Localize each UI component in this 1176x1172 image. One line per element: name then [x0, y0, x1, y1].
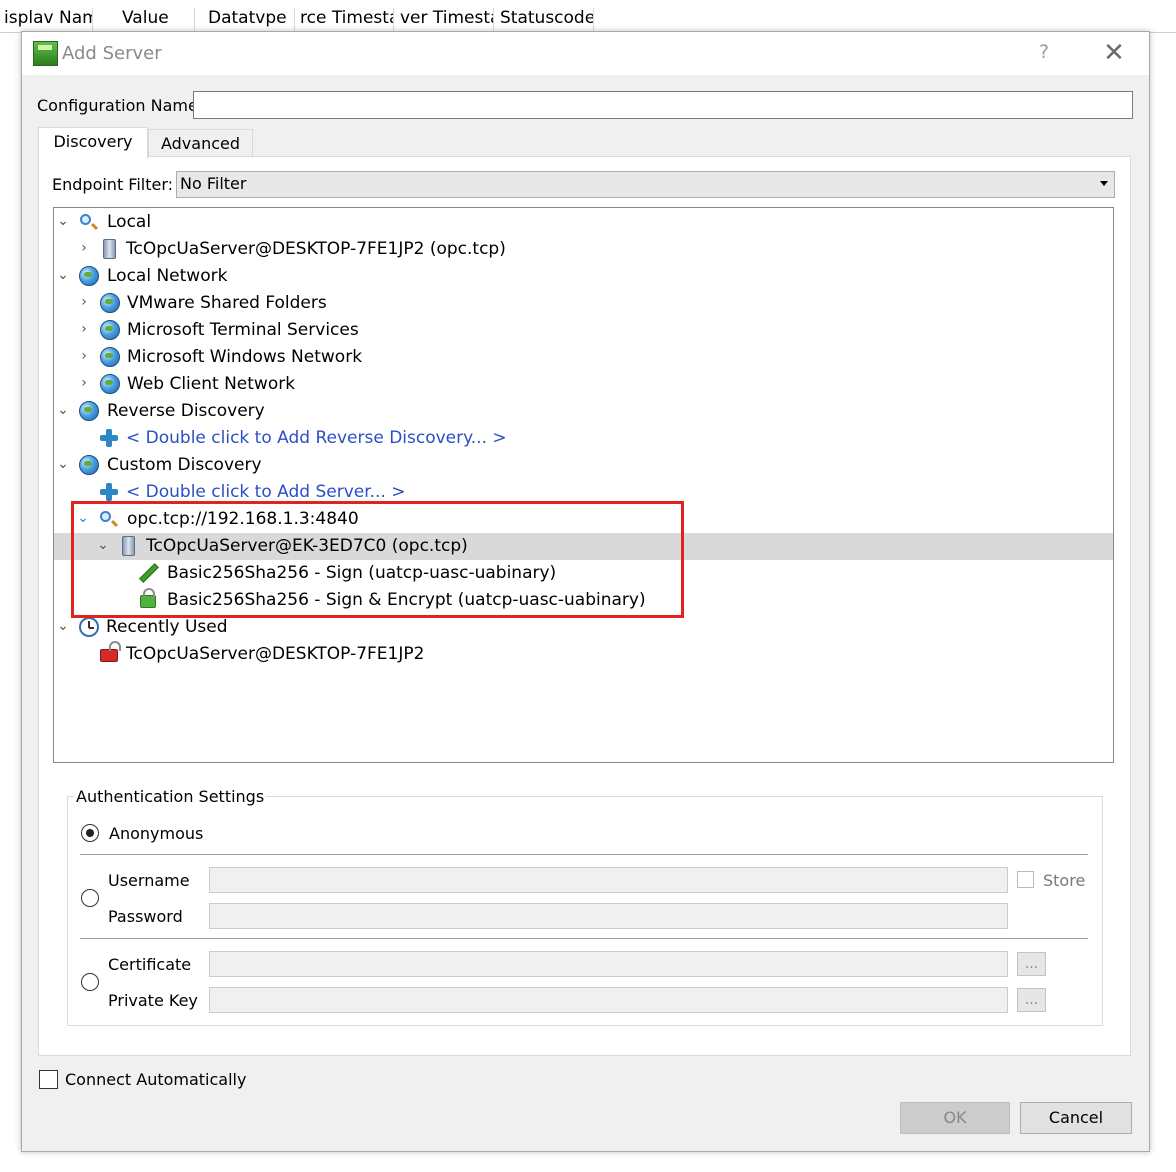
authentication-settings-title: Authentication Settings: [74, 787, 267, 806]
tree-item-ms-windows[interactable]: › Microsoft Windows Network: [54, 344, 1113, 371]
tree-item-ms-terminal[interactable]: › Microsoft Terminal Services: [54, 317, 1113, 344]
app-icon: [33, 41, 58, 66]
chevron-down-icon[interactable]: ⌄: [56, 402, 70, 418]
clock-icon: [79, 617, 99, 637]
store-checkbox[interactable]: [1017, 871, 1034, 888]
anonymous-label: Anonymous: [109, 824, 204, 843]
tree-item-label: Custom Discovery: [107, 455, 262, 475]
configuration-name-input[interactable]: [193, 91, 1133, 119]
dialog-title: Add Server: [62, 43, 162, 64]
plus-icon: [100, 429, 118, 447]
password-label: Password: [108, 907, 183, 926]
server-tree[interactable]: ⌄ Local › TcOpcUaServer@DESKTOP-7FE1JP2 …: [53, 207, 1114, 763]
globe-icon: [79, 455, 99, 475]
tree-item-label: Reverse Discovery: [107, 401, 265, 421]
background-table-header: isplav Nam Value Datatvpe rce Timesta ve…: [0, 0, 1176, 33]
globe-icon: [100, 320, 120, 340]
ok-button[interactable]: OK: [900, 1102, 1010, 1134]
chevron-down-icon[interactable]: ⌄: [56, 267, 70, 283]
endpoint-filter-label: Endpoint Filter:: [52, 175, 174, 194]
chevron-down-icon: [1100, 181, 1108, 186]
chevron-right-icon[interactable]: ›: [77, 321, 91, 337]
endpoint-filter-select[interactable]: No Filter: [176, 171, 1115, 198]
tree-item-local-server[interactable]: › TcOpcUaServer@DESKTOP-7FE1JP2 (opc.tcp…: [54, 236, 1113, 263]
certificate-radio[interactable]: [81, 973, 99, 991]
connect-automatically-label: Connect Automatically: [65, 1070, 247, 1089]
tree-item-label: VMware Shared Folders: [127, 293, 327, 313]
tree-item-recently-used[interactable]: ⌄ Recently Used: [54, 614, 1113, 641]
unlocked-icon: [100, 641, 121, 662]
cancel-button[interactable]: Cancel: [1020, 1102, 1132, 1134]
column-header-statuscode[interactable]: Statuscode: [500, 8, 594, 32]
private-key-label: Private Key: [108, 991, 198, 1010]
tree-item-label: Web Client Network: [127, 374, 296, 394]
certificate-input[interactable]: [209, 951, 1008, 977]
certificate-label: Certificate: [108, 955, 192, 974]
chevron-right-icon[interactable]: ›: [77, 348, 91, 364]
anonymous-radio[interactable]: [81, 824, 99, 842]
highlight-annotation-box: [71, 501, 684, 618]
globe-icon: [100, 293, 120, 313]
private-key-browse-button[interactable]: ...: [1017, 988, 1046, 1012]
column-header-server-timestamp[interactable]: ver Timesta: [400, 8, 494, 32]
tree-item-recent-server[interactable]: TcOpcUaServer@DESKTOP-7FE1JP2: [54, 641, 1113, 668]
tree-item-label: Recently Used: [106, 617, 228, 637]
configuration-name-label: Configuration Name: [37, 96, 198, 115]
close-button[interactable]: ✕: [1100, 40, 1128, 68]
tree-item-local[interactable]: ⌄ Local: [54, 209, 1113, 236]
tree-item-label: < Double click to Add Reverse Discovery.…: [126, 428, 507, 448]
globe-icon: [100, 374, 120, 394]
server-icon: [103, 239, 116, 259]
dialog-titlebar[interactable]: Add Server ? ✕: [22, 32, 1149, 75]
chevron-right-icon[interactable]: ›: [77, 240, 91, 256]
tree-item-local-network[interactable]: ⌄ Local Network: [54, 263, 1113, 290]
tree-item-label: Microsoft Terminal Services: [127, 320, 359, 340]
plus-icon: [100, 483, 118, 501]
chevron-down-icon[interactable]: ⌄: [56, 213, 70, 229]
chevron-right-icon[interactable]: ›: [77, 294, 91, 310]
help-button[interactable]: ?: [1032, 41, 1056, 65]
certificate-browse-button[interactable]: ...: [1017, 952, 1046, 976]
globe-icon: [100, 347, 120, 367]
tree-item-web-client[interactable]: › Web Client Network: [54, 371, 1113, 398]
endpoint-filter-value: No Filter: [180, 174, 247, 193]
store-label: Store: [1043, 871, 1086, 890]
tree-item-label: Local: [107, 212, 152, 232]
tree-item-label: Microsoft Windows Network: [127, 347, 363, 367]
username-input[interactable]: [209, 867, 1008, 893]
tab-advanced[interactable]: Advanced: [148, 129, 253, 158]
divider: [80, 854, 1088, 855]
tree-item-label: TcOpcUaServer@DESKTOP-7FE1JP2: [126, 644, 425, 664]
connect-automatically-checkbox[interactable]: [39, 1070, 58, 1089]
search-icon: [80, 214, 91, 225]
tree-item-vmware[interactable]: › VMware Shared Folders: [54, 290, 1113, 317]
tree-item-label: Local Network: [107, 266, 228, 286]
tree-item-reverse-discovery[interactable]: ⌄ Reverse Discovery: [54, 398, 1113, 425]
username-radio[interactable]: [81, 889, 99, 907]
column-header-value[interactable]: Value: [122, 8, 195, 32]
tree-item-label: TcOpcUaServer@DESKTOP-7FE1JP2 (opc.tcp): [126, 239, 506, 259]
chevron-down-icon[interactable]: ⌄: [56, 456, 70, 472]
tab-discovery[interactable]: Discovery: [38, 127, 148, 159]
tree-item-custom-discovery[interactable]: ⌄ Custom Discovery: [54, 452, 1113, 479]
globe-icon: [79, 266, 99, 286]
globe-icon: [79, 401, 99, 421]
tree-item-add-reverse-discovery[interactable]: < Double click to Add Reverse Discovery.…: [54, 425, 1113, 452]
tree-item-label: < Double click to Add Server... >: [126, 482, 406, 502]
chevron-down-icon[interactable]: ⌄: [56, 618, 70, 634]
private-key-input[interactable]: [209, 987, 1008, 1013]
password-input[interactable]: [209, 903, 1008, 929]
chevron-right-icon[interactable]: ›: [77, 375, 91, 391]
username-label: Username: [108, 871, 190, 890]
column-header-display-name[interactable]: isplav Nam: [4, 8, 93, 32]
column-header-source-timestamp[interactable]: rce Timesta: [300, 8, 394, 32]
column-header-datatype[interactable]: Datatvpe: [208, 8, 295, 32]
divider: [80, 938, 1088, 939]
